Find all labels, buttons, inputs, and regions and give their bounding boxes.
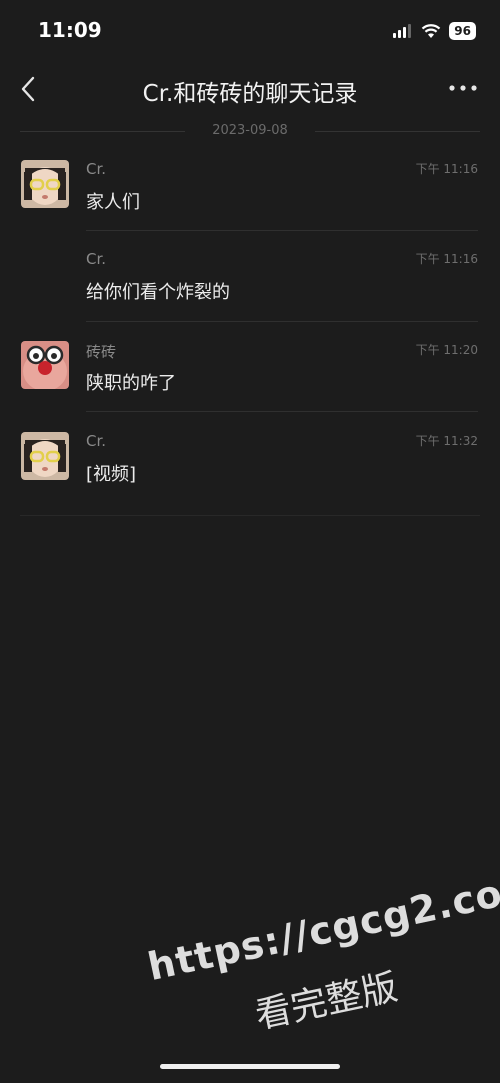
sender-name: Cr. [86,250,107,268]
more-icon[interactable] [448,76,478,100]
message-text: 给你们看个炸裂的 [86,282,230,303]
message-text: 家人们 [86,192,140,213]
avatar[interactable] [21,341,69,389]
home-indicator[interactable] [160,1064,340,1069]
avatar[interactable] [21,160,69,208]
nav-bar: Cr.和砖砖的聊天记录 [0,62,500,118]
message-divider [86,321,478,322]
message-time: 下午 11:16 [415,162,478,176]
date-separator-line-right [315,131,480,132]
sender-name: Cr. [86,160,107,178]
avatar[interactable] [21,432,69,480]
message-time: 下午 11:16 [415,252,478,266]
status-icons: 96 [393,22,476,40]
message-text: 陕职的咋了 [86,373,176,394]
date-separator: 2023-09-08 [20,122,480,142]
message-item[interactable]: Cr. 下午 11:16 家人们 [0,160,500,250]
girl-glasses-avatar-icon [21,160,69,208]
message-time: 下午 11:20 [415,343,478,357]
wifi-icon [422,23,441,38]
girl-glasses-avatar-icon [21,432,69,480]
sender-name: Cr. [86,432,107,450]
message-item[interactable]: Cr. 下午 11:32 [视频] [0,432,500,522]
pink-clown-avatar-icon [21,341,69,389]
battery-indicator: 96 [449,22,476,40]
watermark-url: https://cgcg2.co [144,870,500,990]
watermark-text: 看完整版 [251,966,402,1037]
status-bar: 11:09 96 [0,0,500,60]
watermark: https://cgcg2.co 看完整版 [140,871,500,1040]
sender-name: 砖砖 [86,343,117,361]
message-divider [86,230,478,231]
message-time: 下午 11:32 [415,434,478,448]
page-title: Cr.和砖砖的聊天记录 [142,81,358,107]
message-item[interactable]: 砖砖 下午 11:20 陕职的咋了 [0,341,500,431]
signal-icon [393,24,412,38]
message-text[interactable]: [视频] [86,460,136,486]
message-divider [86,411,478,412]
message-item[interactable]: Cr. 下午 11:16 给你们看个炸裂的 [0,250,500,340]
status-time: 11:09 [38,18,102,42]
list-end-divider [20,515,480,516]
